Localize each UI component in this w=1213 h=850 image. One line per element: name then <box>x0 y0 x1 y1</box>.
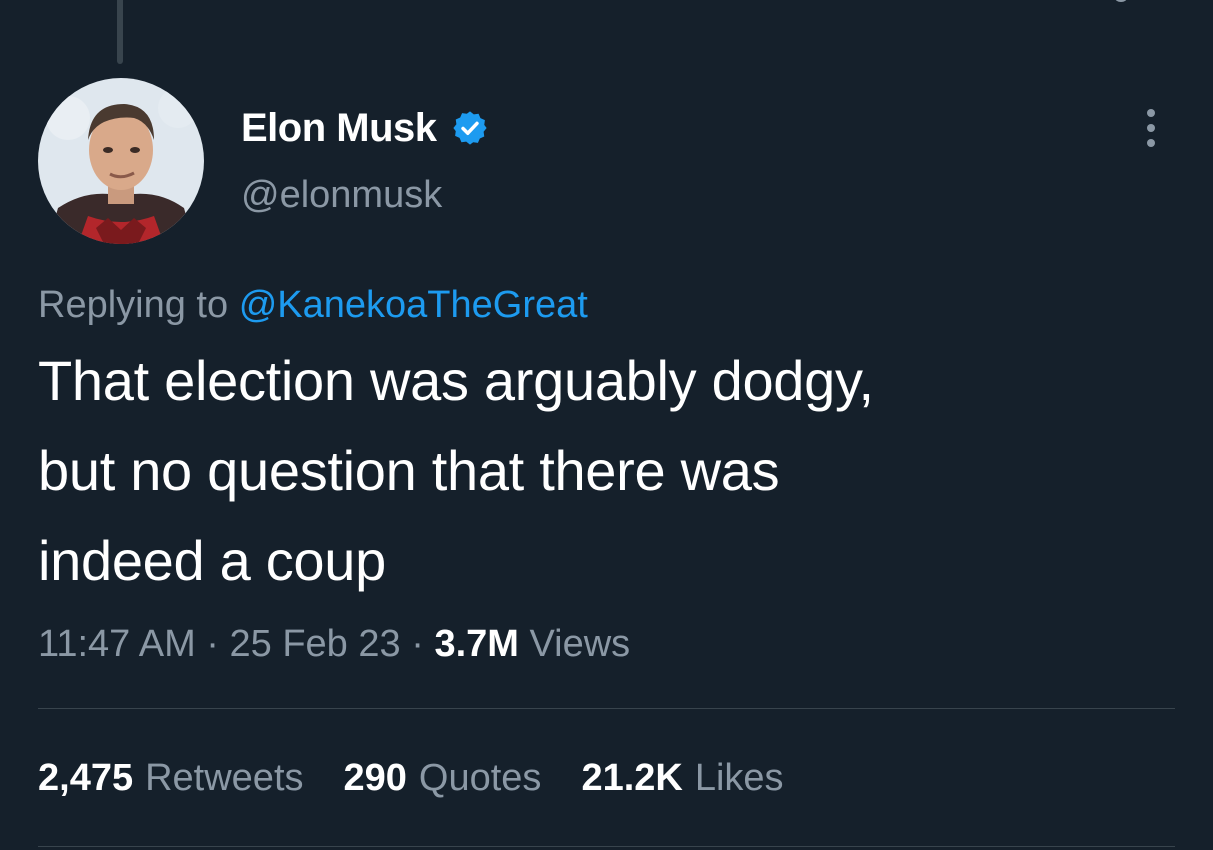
tweet-date[interactable]: 25 Feb 23 <box>230 623 401 665</box>
quotes-label: Quotes <box>418 757 542 799</box>
likes-stat[interactable]: 21.2K Likes <box>581 752 783 804</box>
display-name[interactable]: Elon Musk <box>241 104 437 152</box>
likes-label: Likes <box>694 757 784 799</box>
verified-badge-icon <box>451 109 489 147</box>
divider <box>38 708 1175 709</box>
thread-connector-line <box>117 0 123 64</box>
tweet-time[interactable]: 11:47 AM <box>38 623 196 665</box>
tweet-meta: 11:47 AM · 25 Feb 23 · 3.7M Views <box>38 618 630 670</box>
tweet-text-line: indeed a coup <box>38 529 386 592</box>
cropped-icon-fragment <box>1115 0 1127 2</box>
reply-mention-link[interactable]: @KanekoaTheGreat <box>239 284 588 326</box>
meta-separator: · <box>411 623 424 665</box>
engagement-stats: 2,475 Retweets 290 Quotes 21.2K Likes <box>38 752 824 804</box>
user-handle[interactable]: @elonmusk <box>241 172 442 218</box>
more-dot <box>1147 124 1155 132</box>
display-name-row[interactable]: Elon Musk <box>241 104 489 152</box>
replying-to-label: Replying to <box>38 284 229 326</box>
quotes-stat[interactable]: 290 Quotes <box>344 752 542 804</box>
tweet-text-line: but no question that there was <box>38 439 780 502</box>
retweets-label: Retweets <box>145 757 304 799</box>
tweet-text: That election was arguably dodgy, but no… <box>38 336 1178 606</box>
likes-count: 21.2K <box>581 757 683 799</box>
views-label: Views <box>529 623 631 665</box>
more-dot <box>1147 139 1155 147</box>
replying-to-line: Replying to @KanekoaTheGreat <box>38 281 588 329</box>
divider <box>38 846 1175 847</box>
quotes-count: 290 <box>343 757 407 799</box>
more-options-icon[interactable] <box>1133 104 1169 152</box>
meta-separator: · <box>206 623 219 665</box>
tweet-text-line: That election was arguably dodgy, <box>38 349 874 412</box>
avatar-photo <box>38 78 204 244</box>
retweets-stat[interactable]: 2,475 Retweets <box>38 752 304 804</box>
more-dot <box>1147 109 1155 117</box>
retweets-count: 2,475 <box>38 757 134 799</box>
avatar[interactable] <box>38 78 204 244</box>
views-count: 3.7M <box>434 623 519 665</box>
